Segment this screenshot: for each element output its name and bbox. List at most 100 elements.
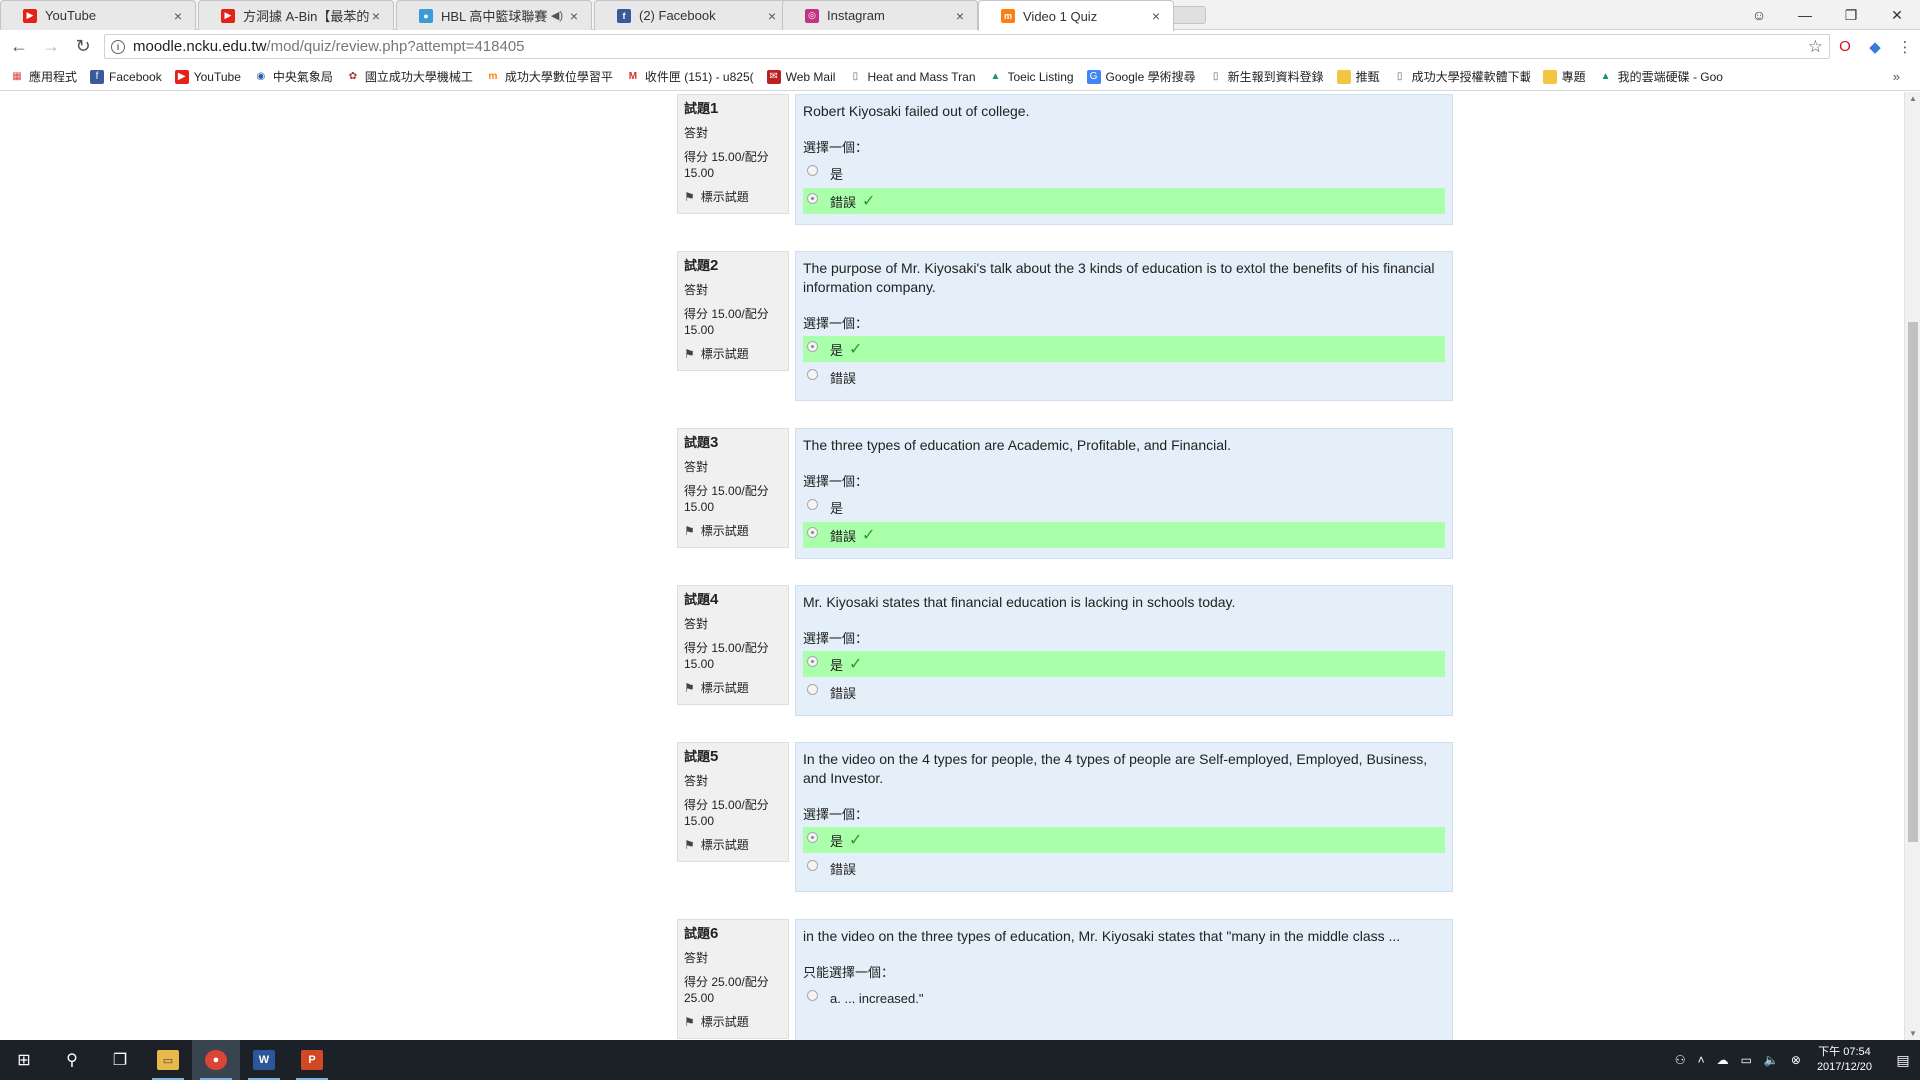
notification-icon[interactable]: ▤ xyxy=(1886,1040,1920,1080)
close-icon[interactable]: × xyxy=(953,8,967,24)
flag-question-button[interactable]: ⚑ 標示試題 xyxy=(684,523,782,539)
task-view-icon[interactable]: ❐ xyxy=(96,1040,144,1080)
speaker-icon[interactable]: ◀) xyxy=(551,9,563,22)
flag-question-button[interactable]: ⚑ 標示試題 xyxy=(684,346,782,362)
reload-icon[interactable]: ↻ xyxy=(70,36,96,57)
scrollbar-thumb[interactable] xyxy=(1908,322,1918,842)
people-icon[interactable]: ⚇ xyxy=(1675,1053,1686,1067)
answer-option-false[interactable]: 錯誤 ✓ xyxy=(803,188,1445,214)
powerpoint-icon[interactable]: P xyxy=(288,1040,336,1080)
radio-button[interactable] xyxy=(807,655,818,667)
radio-button[interactable] xyxy=(807,340,818,352)
answer-option-false[interactable]: 錯誤 xyxy=(803,364,1445,390)
profile-icon[interactable]: ☺ xyxy=(1736,7,1782,23)
word-icon[interactable]: W xyxy=(240,1040,288,1080)
bookmark-youtube[interactable]: ▶ YouTube xyxy=(174,69,241,84)
answer-option-true[interactable]: 是 xyxy=(803,494,1445,520)
bookmark-toeic[interactable]: ▲ Toeic Listing xyxy=(989,70,1074,84)
answer-option-false[interactable]: 錯誤 xyxy=(803,855,1445,881)
close-icon[interactable]: × xyxy=(369,8,383,24)
radio-button[interactable] xyxy=(807,989,818,1001)
bookmark-heat-mass[interactable]: ▯ Heat and Mass Tran xyxy=(848,70,976,84)
flag-question-button[interactable]: ⚑ 標示試題 xyxy=(684,680,782,696)
taskbar-clock[interactable]: 下午 07:54 2017/12/20 xyxy=(1817,1045,1872,1075)
answer-option-a[interactable]: a. ... increased." xyxy=(803,985,1445,1011)
scroll-up-icon[interactable]: ▲ xyxy=(1905,94,1920,103)
close-icon[interactable]: × xyxy=(765,8,779,24)
forward-icon[interactable]: → xyxy=(38,36,64,57)
bookmark-gmail[interactable]: M 收件匣 (151) - u825( xyxy=(626,68,754,85)
radio-button[interactable] xyxy=(807,368,818,380)
answer-option-false[interactable]: 錯誤 ✓ xyxy=(803,522,1445,548)
flag-question-button[interactable]: ⚑ 標示試題 xyxy=(684,837,782,853)
tab-label: Video 1 Quiz xyxy=(1023,8,1098,24)
radio-button[interactable] xyxy=(807,526,818,538)
chrome-icon[interactable]: ● xyxy=(192,1040,240,1080)
answer-option-true[interactable]: 是 ✓ xyxy=(803,651,1445,677)
option-label: 是 xyxy=(830,833,844,849)
window-close-icon[interactable]: ✕ xyxy=(1874,7,1920,24)
bookmark-google-drive[interactable]: ▲ 我的雲端硬碟 - Goo xyxy=(1599,68,1723,85)
windows-start-icon[interactable]: ⊞ xyxy=(0,1040,48,1080)
question-info: 試題2 答對 得分 15.00/配分 15.00 ⚑ 標示試題 xyxy=(677,251,789,371)
network-icon[interactable]: ▭ xyxy=(1741,1053,1752,1067)
file-explorer-icon[interactable]: ▭ xyxy=(144,1040,192,1080)
opera-extension-icon[interactable]: O xyxy=(1830,38,1860,55)
question-number: 試題2 xyxy=(684,257,719,274)
bookmark-folder-tuizhen[interactable]: 推甄 xyxy=(1336,68,1380,85)
tab-facebook[interactable]: f (2) Facebook × xyxy=(594,0,790,30)
bookmark-ncku-software[interactable]: ▯ 成功大學授權軟體下載 xyxy=(1393,68,1530,85)
bookmark-freshman[interactable]: ▯ 新生報到資料登錄 xyxy=(1209,68,1324,85)
tab-youtube[interactable]: ▶ YouTube × xyxy=(0,0,196,30)
question-grade: 得分 15.00/配分 15.00 xyxy=(684,484,769,514)
onedrive-icon[interactable]: ☁ xyxy=(1717,1053,1729,1067)
chevron-double-right-icon[interactable]: » xyxy=(1893,69,1900,84)
search-icon[interactable]: ⚲ xyxy=(48,1040,96,1080)
close-icon[interactable]: × xyxy=(1149,8,1163,24)
close-icon[interactable]: × xyxy=(171,8,185,24)
bookmark-folder-project[interactable]: 專題 xyxy=(1542,68,1586,85)
flag-question-button[interactable]: ⚑ 標示試題 xyxy=(684,189,782,205)
radio-button[interactable] xyxy=(807,164,818,176)
new-tab-button[interactable] xyxy=(1170,6,1206,24)
restore-icon[interactable]: ❐ xyxy=(1828,7,1874,24)
clock-time: 下午 07:54 xyxy=(1818,1046,1871,1058)
answer-option-true[interactable]: 是 xyxy=(803,160,1445,186)
menu-icon[interactable]: ⋮ xyxy=(1890,38,1920,56)
scroll-down-icon[interactable]: ▼ xyxy=(1905,1029,1920,1038)
radio-button[interactable] xyxy=(807,683,818,695)
close-icon[interactable]: × xyxy=(567,8,581,24)
extension-icon[interactable]: ◆ xyxy=(1860,38,1890,56)
radio-button[interactable] xyxy=(807,192,818,204)
bookmark-apps[interactable]: ▦ 應用程式 xyxy=(10,68,77,85)
radio-button[interactable] xyxy=(807,859,818,871)
bookmark-ncku-me[interactable]: ✿ 國立成功大學機械工 xyxy=(346,68,473,85)
question-text: Mr. Kiyosaki states that financial educa… xyxy=(803,594,1236,610)
page-scrollbar[interactable]: ▲ ▼ xyxy=(1904,92,1920,1040)
option-label: 錯誤 xyxy=(830,194,857,210)
info-icon[interactable]: i xyxy=(111,39,125,54)
bookmark-cwb[interactable]: ◉ 中央氣象局 xyxy=(254,68,333,85)
tab-instagram[interactable]: ◎ Instagram × xyxy=(782,0,978,30)
bookmark-ncku-moodle[interactable]: m 成功大學數位學習平 xyxy=(486,68,612,85)
radio-button[interactable] xyxy=(807,498,818,510)
tab-hbl[interactable]: ● HBL 高中籃球聯賽 - ◀) × xyxy=(396,0,592,30)
ime-icon[interactable]: ⊗ xyxy=(1791,1053,1801,1067)
flag-question-button[interactable]: ⚑ 標示試題 xyxy=(684,1014,782,1030)
chevron-up-icon[interactable]: ˄ xyxy=(1698,1053,1705,1067)
minimize-icon[interactable]: — xyxy=(1782,7,1828,23)
tab-video-quiz[interactable]: m Video 1 Quiz × xyxy=(978,0,1174,31)
bookmark-star-icon[interactable]: ☆ xyxy=(1808,37,1823,57)
bookmark-webmail[interactable]: ✉ Web Mail xyxy=(766,69,835,84)
folder-icon xyxy=(1542,69,1557,84)
volume-icon[interactable]: 🔈 xyxy=(1764,1053,1779,1067)
bookmark-facebook[interactable]: f Facebook xyxy=(90,69,162,84)
answer-option-false[interactable]: 錯誤 xyxy=(803,679,1445,705)
answer-option-true[interactable]: 是 ✓ xyxy=(803,336,1445,362)
back-icon[interactable]: ← xyxy=(6,36,32,57)
tab-abin[interactable]: ▶ 方洞據 A-Bin【最苯的人 × xyxy=(198,0,394,30)
address-bar[interactable]: i moodle.ncku.edu.tw/mod/quiz/review.php… xyxy=(104,34,1830,59)
bookmark-scholar[interactable]: G Google 學術搜尋 xyxy=(1086,68,1196,85)
radio-button[interactable] xyxy=(807,831,818,843)
answer-option-true[interactable]: 是 ✓ xyxy=(803,827,1445,853)
